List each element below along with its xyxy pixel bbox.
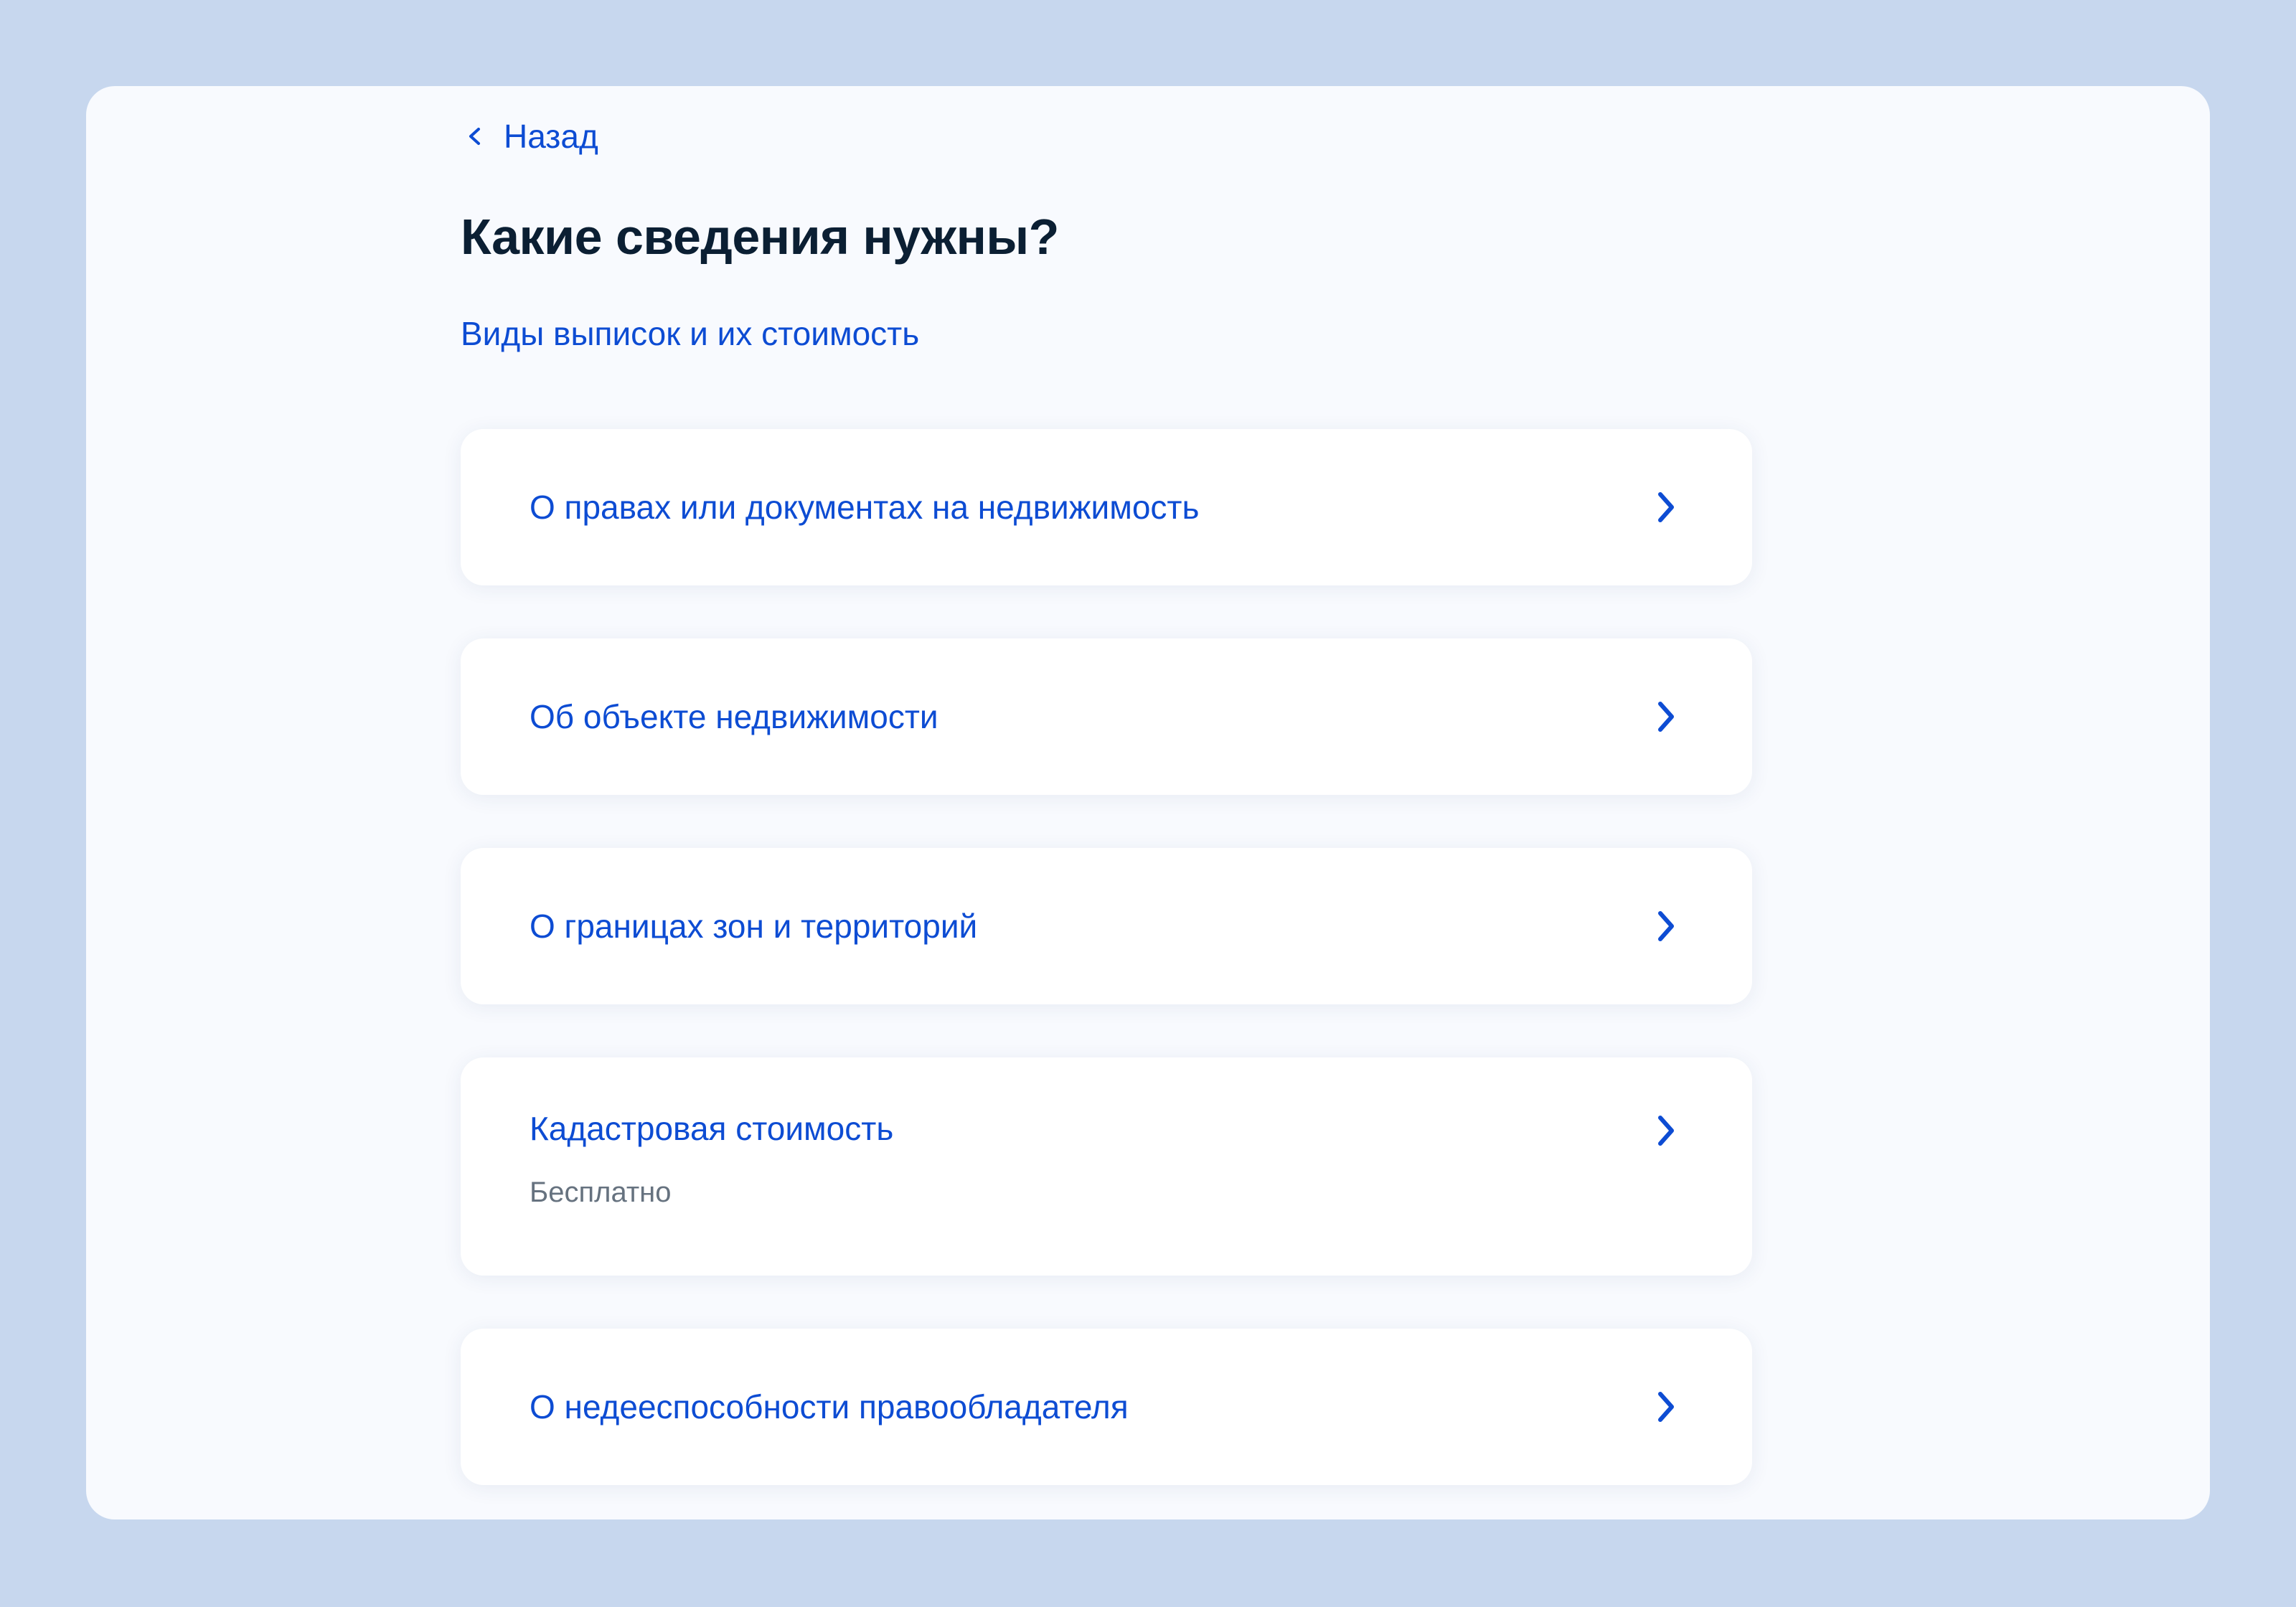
option-cadastral-value[interactable]: Кадастровая стоимость Бесплатно — [461, 1057, 1752, 1276]
chevron-right-icon — [1658, 1116, 1674, 1146]
option-property-object[interactable]: Об объекте недвижимости — [461, 638, 1752, 795]
options-list: О правах или документах на недвижимость … — [461, 429, 1752, 1519]
option-texts: Об объекте недвижимости — [530, 697, 938, 736]
option-texts: О недееспособности правообладателя — [530, 1387, 1129, 1426]
chevron-right-icon — [1658, 702, 1674, 732]
option-label: Кадастровая стоимость — [530, 1110, 894, 1147]
chevron-right-icon — [1658, 492, 1674, 522]
option-label: О правах или документах на недвижимость — [530, 489, 1200, 526]
chevron-right-icon — [1658, 911, 1674, 941]
option-label: Об объекте недвижимости — [530, 698, 938, 735]
option-texts: О границах зон и территорий — [530, 907, 977, 946]
option-rights-documents[interactable]: О правах или документах на недвижимость — [461, 429, 1752, 585]
page-title: Какие сведения нужны? — [461, 209, 1059, 265]
main-content: Назад Какие сведения нужны? Виды выписок… — [461, 86, 1752, 1519]
app-window: Назад Какие сведения нужны? Виды выписок… — [86, 86, 2210, 1519]
back-button[interactable]: Назад — [461, 100, 598, 172]
chevron-left-icon — [469, 128, 480, 145]
statement-types-link[interactable]: Виды выписок и их стоимость — [461, 314, 919, 353]
chevron-right-icon — [1658, 1392, 1674, 1422]
option-zone-boundaries[interactable]: О границах зон и территорий — [461, 848, 1752, 1004]
back-button-label: Назад — [504, 118, 598, 155]
option-label: О границах зон и территорий — [530, 908, 978, 945]
option-label: О недееспособности правообладателя — [530, 1388, 1129, 1425]
option-texts: О правах или документах на недвижимость — [530, 488, 1199, 527]
option-owner-incapacity[interactable]: О недееспособности правообладателя — [461, 1329, 1752, 1485]
option-price-note: Бесплатно — [530, 1177, 672, 1208]
option-texts: Кадастровая стоимость Бесплатно — [530, 1109, 893, 1209]
